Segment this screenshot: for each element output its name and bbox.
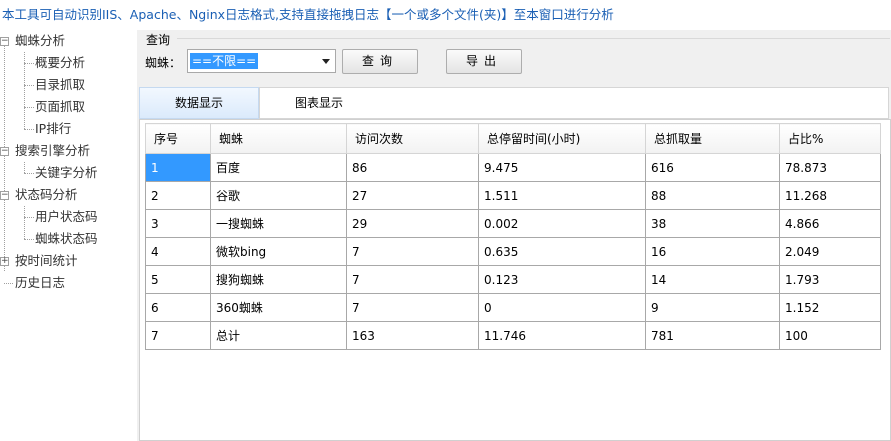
query-button[interactable]: 查询 bbox=[342, 49, 418, 74]
table-cell[interactable]: 1.793 bbox=[779, 265, 881, 294]
tree-item-ip-ranking[interactable]: IP排行 bbox=[35, 118, 71, 140]
column-header[interactable]: 总抓取量 bbox=[645, 123, 780, 154]
tree-collapse-icon[interactable]: − bbox=[0, 147, 9, 156]
table-cell[interactable]: 27 bbox=[346, 181, 479, 210]
main-panel: 查询 蜘蛛： ==不限== 查询 导出 数据显示 图表显示 序号 蜘蛛 访问次数… bbox=[137, 30, 891, 441]
table-row[interactable]: 2 谷歌 27 1.511 88 11.268 bbox=[145, 181, 881, 210]
group-divider bbox=[177, 38, 890, 39]
table-cell[interactable]: 0.635 bbox=[478, 237, 646, 266]
tree-node-spider[interactable]: 蜘蛛分析 bbox=[15, 30, 65, 52]
table-cell[interactable]: 0 bbox=[478, 293, 646, 322]
tree-root-line bbox=[4, 46, 5, 271]
table-cell[interactable]: 781 bbox=[645, 321, 780, 350]
table-cell[interactable]: 11.746 bbox=[478, 321, 646, 350]
tree-node-search-engine[interactable]: 搜索引擎分析 bbox=[15, 140, 90, 162]
table-cell[interactable]: 7 bbox=[145, 321, 211, 350]
column-header[interactable]: 占比% bbox=[779, 123, 881, 154]
table-cell[interactable]: 163 bbox=[346, 321, 479, 350]
table-cell[interactable]: 4.866 bbox=[779, 209, 881, 238]
table-row[interactable]: 1 百度 86 9.475 616 78.873 bbox=[145, 153, 881, 182]
table-cell[interactable]: 总计 bbox=[210, 321, 347, 350]
table-cell[interactable]: 14 bbox=[645, 265, 780, 294]
table-cell[interactable]: 3 bbox=[145, 209, 211, 238]
table-cell[interactable]: 86 bbox=[346, 153, 479, 182]
spider-stats-table: 序号 蜘蛛 访问次数 总停留时间(小时) 总抓取量 占比% 1 百度 86 9.… bbox=[145, 123, 881, 350]
tree-engine-children-line bbox=[24, 162, 25, 173]
table-cell[interactable]: 360蜘蛛 bbox=[210, 293, 347, 322]
banner-hint: 本工具可自动识别IIS、Apache、Nginx日志格式,支持直接拖拽日志【一个… bbox=[2, 7, 614, 22]
table-cell[interactable]: 4 bbox=[145, 237, 211, 266]
table-cell[interactable]: 78.873 bbox=[779, 153, 881, 182]
table-cell[interactable]: 16 bbox=[645, 237, 780, 266]
table-cell[interactable]: 谷歌 bbox=[210, 181, 347, 210]
table-cell[interactable]: 0.123 bbox=[478, 265, 646, 294]
table-cell[interactable]: 6 bbox=[145, 293, 211, 322]
data-grid: 序号 蜘蛛 访问次数 总停留时间(小时) 总抓取量 占比% 1 百度 86 9.… bbox=[139, 119, 891, 441]
table-cell[interactable]: 1.511 bbox=[478, 181, 646, 210]
table-cell[interactable]: 7 bbox=[346, 237, 479, 266]
table-cell[interactable]: 38 bbox=[645, 209, 780, 238]
tree-node-time-stats[interactable]: 按时间统计 bbox=[15, 250, 78, 272]
table-cell[interactable]: 100 bbox=[779, 321, 881, 350]
nav-tree: − 蜘蛛分析 概要分析 目录抓取 页面抓取 IP排行 − 搜索引擎分析 关键字分… bbox=[0, 30, 137, 441]
column-header[interactable]: 总停留时间(小时) bbox=[478, 123, 646, 154]
tree-item-spider-status[interactable]: 蜘蛛状态码 bbox=[35, 228, 98, 250]
table-row[interactable]: 6 360蜘蛛 7 0 9 1.152 bbox=[145, 293, 881, 322]
tree-node-history[interactable]: 历史日志 bbox=[15, 272, 65, 294]
tab-chart-view[interactable]: 图表显示 bbox=[259, 87, 889, 119]
chevron-down-icon[interactable] bbox=[322, 59, 330, 64]
table-cell[interactable]: 88 bbox=[645, 181, 780, 210]
table-cell[interactable]: 2 bbox=[145, 181, 211, 210]
tree-status-children-line bbox=[24, 206, 25, 239]
table-cell[interactable]: 2.049 bbox=[779, 237, 881, 266]
spider-filter-label: 蜘蛛： bbox=[145, 56, 182, 70]
table-cell[interactable]: 0.002 bbox=[478, 209, 646, 238]
table-cell[interactable]: 1.152 bbox=[779, 293, 881, 322]
tree-item-overview[interactable]: 概要分析 bbox=[35, 52, 85, 74]
column-header[interactable]: 序号 bbox=[145, 123, 211, 154]
table-row[interactable]: 7 总计 163 11.746 781 100 bbox=[145, 321, 881, 350]
query-group-title: 查询 bbox=[146, 33, 171, 47]
tree-item-keyword[interactable]: 关键字分析 bbox=[35, 162, 98, 184]
table-row[interactable]: 3 一搜蜘蛛 29 0.002 38 4.866 bbox=[145, 209, 881, 238]
view-tabs: 数据显示 图表显示 bbox=[137, 87, 891, 119]
column-header[interactable]: 蜘蛛 bbox=[210, 123, 347, 154]
table-row[interactable]: 4 微软bing 7 0.635 16 2.049 bbox=[145, 237, 881, 266]
tree-node-status-code[interactable]: 状态码分析 bbox=[15, 184, 78, 206]
table-cell[interactable]: 7 bbox=[346, 265, 479, 294]
table-cell[interactable]: 29 bbox=[346, 209, 479, 238]
table-cell[interactable]: 9.475 bbox=[478, 153, 646, 182]
tree-item-user-status[interactable]: 用户状态码 bbox=[35, 206, 98, 228]
tree-item-directory-crawl[interactable]: 目录抓取 bbox=[35, 74, 85, 96]
table-header-row: 序号 蜘蛛 访问次数 总停留时间(小时) 总抓取量 占比% bbox=[145, 123, 881, 154]
table-cell[interactable]: 11.268 bbox=[779, 181, 881, 210]
table-cell[interactable]: 7 bbox=[346, 293, 479, 322]
tree-expand-icon[interactable]: + bbox=[0, 257, 9, 266]
spider-select-value: ==不限== bbox=[190, 53, 259, 69]
table-cell[interactable]: 5 bbox=[145, 265, 211, 294]
spider-select[interactable]: ==不限== bbox=[187, 49, 336, 73]
table-cell[interactable]: 搜狗蜘蛛 bbox=[210, 265, 347, 294]
tree-collapse-icon[interactable]: − bbox=[0, 37, 9, 46]
table-cell[interactable]: 微软bing bbox=[210, 237, 347, 266]
tree-item-page-crawl[interactable]: 页面抓取 bbox=[35, 96, 85, 118]
tab-data-view[interactable]: 数据显示 bbox=[139, 87, 259, 119]
table-cell[interactable]: 616 bbox=[645, 153, 780, 182]
table-cell[interactable]: 1 bbox=[145, 153, 211, 182]
tree-collapse-icon[interactable]: − bbox=[0, 191, 9, 200]
export-button[interactable]: 导出 bbox=[446, 49, 522, 74]
table-cell[interactable]: 一搜蜘蛛 bbox=[210, 209, 347, 238]
table-cell[interactable]: 百度 bbox=[210, 153, 347, 182]
table-cell[interactable]: 9 bbox=[645, 293, 780, 322]
column-header[interactable]: 访问次数 bbox=[346, 123, 479, 154]
table-row[interactable]: 5 搜狗蜘蛛 7 0.123 14 1.793 bbox=[145, 265, 881, 294]
